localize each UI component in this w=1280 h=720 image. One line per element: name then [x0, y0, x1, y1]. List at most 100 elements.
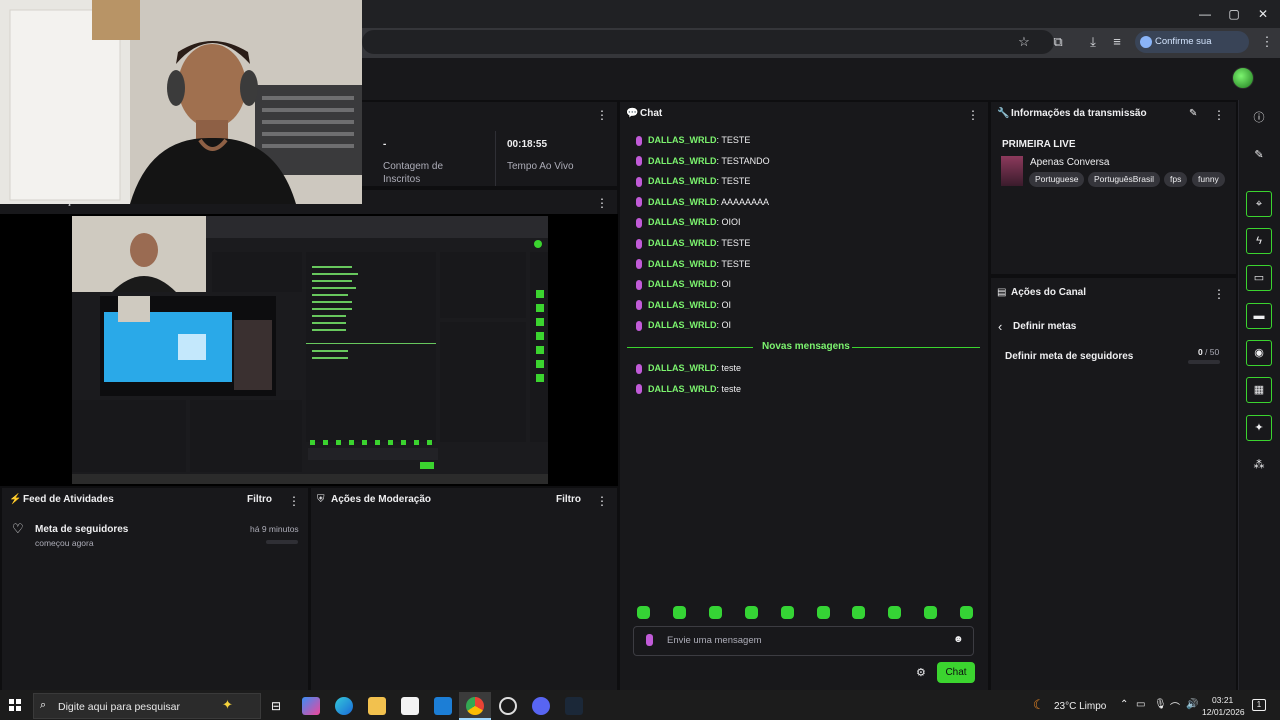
activity-item-sub: começou agora [35, 538, 94, 548]
moderation-filter-button[interactable]: Filtro [556, 494, 581, 505]
close-button[interactable]: ✕ [1248, 4, 1278, 24]
mail-icon[interactable] [434, 697, 452, 715]
mic-tray-icon[interactable]: 🎙 [1154, 699, 1167, 710]
chat-username[interactable]: DALLAS_WRLD [648, 300, 717, 310]
maximize-button[interactable]: ▢ [1219, 4, 1249, 24]
extensions-rail-icon[interactable]: ⁂ [1246, 452, 1272, 478]
back-to-goals[interactable]: Definir metas [1013, 321, 1076, 332]
chat-settings-icon[interactable]: ⚙ [916, 666, 926, 679]
heart-icon: ♡ [12, 521, 24, 536]
category-boxart [1001, 156, 1023, 186]
task-view-icon[interactable]: ⊟ [271, 699, 281, 713]
emote-button[interactable] [744, 606, 758, 619]
windows-start-icon[interactable] [9, 699, 21, 711]
clipboard-icon[interactable]: ▭ [1246, 265, 1272, 291]
chat-username[interactable]: DALLAS_WRLD [648, 197, 717, 207]
activity-menu-icon[interactable]: ⋮ [288, 494, 300, 508]
weather-text[interactable]: 23°C Limpo [1054, 701, 1106, 712]
chrome-icon[interactable] [466, 697, 484, 715]
tray-chevron-icon[interactable]: ⌃ [1120, 699, 1128, 710]
channel-actions-menu-icon[interactable]: ⋮ [1213, 287, 1225, 301]
wrench-icon: 🔧 [997, 108, 1010, 119]
chat-username[interactable]: DALLAS_WRLD [648, 217, 717, 227]
edit-icon[interactable]: ✎ [1189, 108, 1197, 119]
emote-button[interactable] [960, 606, 974, 619]
moderation-menu-icon[interactable]: ⋮ [596, 494, 608, 508]
preview-menu-icon[interactable]: ⋮ [596, 196, 608, 210]
tag-portuguese[interactable]: Portuguese [1029, 172, 1085, 187]
chat-text: : OI [716, 320, 732, 331]
broadcast-icon[interactable]: ◉ [1246, 340, 1272, 366]
discord-icon[interactable] [532, 697, 550, 715]
info-icon[interactable]: ⓘ [1246, 105, 1272, 131]
tools-icon[interactable]: ✦ [1246, 415, 1272, 441]
copilot-icon[interactable] [302, 697, 320, 715]
chat-username[interactable]: DALLAS_WRLD [648, 320, 717, 330]
emote-button[interactable] [672, 606, 686, 619]
emote-button[interactable] [780, 606, 794, 619]
tag-funny[interactable]: funny [1192, 172, 1225, 187]
layout-icon[interactable]: ▦ [1246, 377, 1272, 403]
extensions-icon[interactable]: ⧉ [1047, 32, 1069, 52]
chat-username[interactable]: DALLAS_WRLD [648, 279, 717, 289]
edge-icon[interactable] [335, 697, 353, 715]
volume-icon[interactable]: 🔊 [1186, 699, 1198, 710]
emote-button[interactable] [637, 606, 650, 619]
goal-label[interactable]: Definir meta de seguidores [1005, 351, 1133, 362]
chat-username[interactable]: DALLAS_WRLD [648, 384, 717, 394]
store-icon[interactable] [401, 697, 419, 715]
chat-username[interactable]: DALLAS_WRLD [648, 156, 717, 166]
chat-username[interactable]: DALLAS_WRLD [648, 363, 717, 373]
chat-username[interactable]: DALLAS_WRLD [648, 176, 717, 186]
chat-text: : TESTANDO [716, 155, 770, 166]
obs-icon[interactable] [499, 697, 517, 715]
file-explorer-icon[interactable] [368, 697, 386, 715]
steam-icon[interactable] [565, 697, 583, 715]
chat-send-button[interactable]: Chat [937, 662, 975, 683]
download-icon[interactable]: ⤓ [1082, 32, 1104, 52]
search-icon: ⌕ [40, 699, 47, 711]
chat-username[interactable]: DALLAS_WRLD [648, 259, 717, 269]
address-bar[interactable] [362, 30, 1054, 54]
stats-menu-icon[interactable]: ⋮ [596, 108, 608, 122]
browser-menu-icon[interactable]: ⋮ [1256, 32, 1278, 52]
mic-badge-icon [636, 321, 642, 332]
stream-preview[interactable] [72, 216, 548, 484]
emoji-icon[interactable]: ☻ [953, 634, 964, 645]
chat-username[interactable]: DALLAS_WRLD [648, 135, 717, 145]
goal-total: / 50 [1205, 347, 1220, 357]
tag-fps[interactable]: fps [1164, 172, 1188, 187]
clock-time[interactable]: 03:21 [1212, 695, 1233, 705]
webcam-overlay [0, 0, 362, 204]
stream-info-menu-icon[interactable]: ⋮ [1213, 108, 1225, 122]
notification-icon[interactable]: 1 [1252, 699, 1266, 711]
bolt-icon[interactable]: ϟ [1246, 228, 1272, 254]
chat-rail-icon[interactable]: ▬ [1246, 303, 1272, 329]
focus-icon[interactable]: ⌖ [1246, 191, 1272, 217]
user-avatar[interactable] [1232, 67, 1254, 89]
emote-button[interactable] [888, 606, 902, 619]
wifi-icon[interactable]: ⌒ [1170, 699, 1180, 714]
bookmark-star-icon[interactable]: ☆ [1013, 32, 1035, 52]
back-chevron-icon[interactable]: ‹ [998, 319, 1002, 334]
stream-category[interactable]: Apenas Conversa [1030, 157, 1110, 168]
clock-date[interactable]: 12/01/2026 [1202, 707, 1245, 717]
emote-button[interactable] [816, 606, 830, 619]
pencil-icon[interactable]: ✎ [1246, 142, 1272, 168]
chat-menu-icon[interactable]: ⋮ [967, 108, 979, 122]
mic-badge-icon [636, 156, 642, 167]
identity-button[interactable]: Confirme sua identidade [1135, 31, 1249, 69]
minimize-button[interactable]: — [1190, 4, 1220, 24]
tag-portuguesbrasil[interactable]: PortuguêsBrasil [1088, 172, 1161, 187]
chat-text: : teste [716, 383, 742, 394]
subs-label-2: Inscritos [383, 174, 421, 185]
chat-username[interactable]: DALLAS_WRLD [648, 238, 717, 248]
emote-button[interactable] [924, 606, 938, 619]
emote-button[interactable] [708, 606, 722, 619]
network-tray-icon[interactable]: ▭ [1136, 699, 1145, 710]
sparkle-icon: ✦ [222, 697, 233, 712]
emote-button[interactable] [852, 606, 866, 619]
activity-filter-button[interactable]: Filtro [247, 494, 272, 505]
reading-list-icon[interactable]: ≡ [1106, 32, 1128, 52]
chat-title: Chat [640, 108, 663, 119]
